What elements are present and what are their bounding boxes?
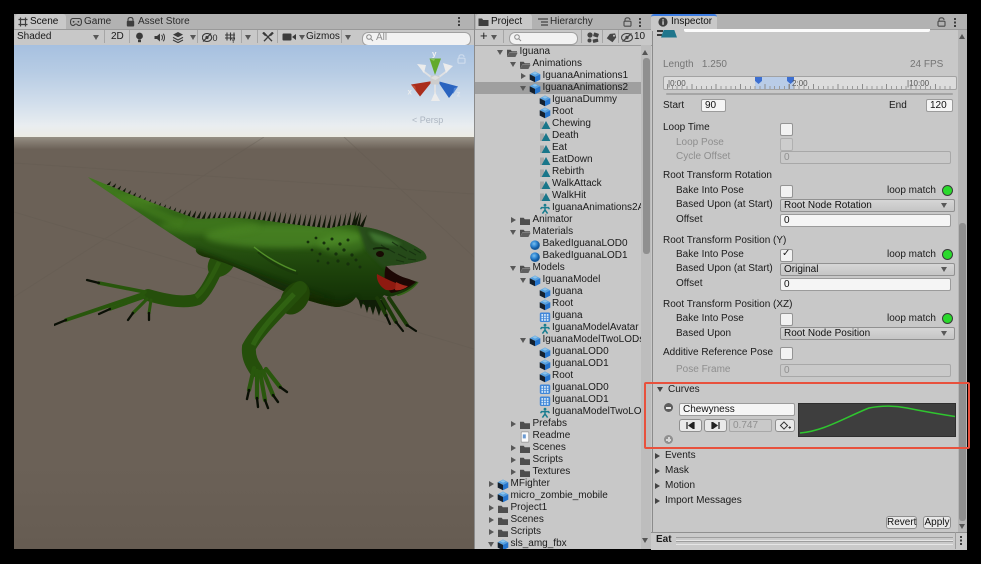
svg-text:0: 0 (213, 33, 218, 42)
svg-text:z: z (457, 90, 461, 99)
svg-text:y: y (432, 50, 437, 59)
svg-text:Y: Y (231, 38, 236, 43)
svg-text:x: x (408, 88, 413, 97)
